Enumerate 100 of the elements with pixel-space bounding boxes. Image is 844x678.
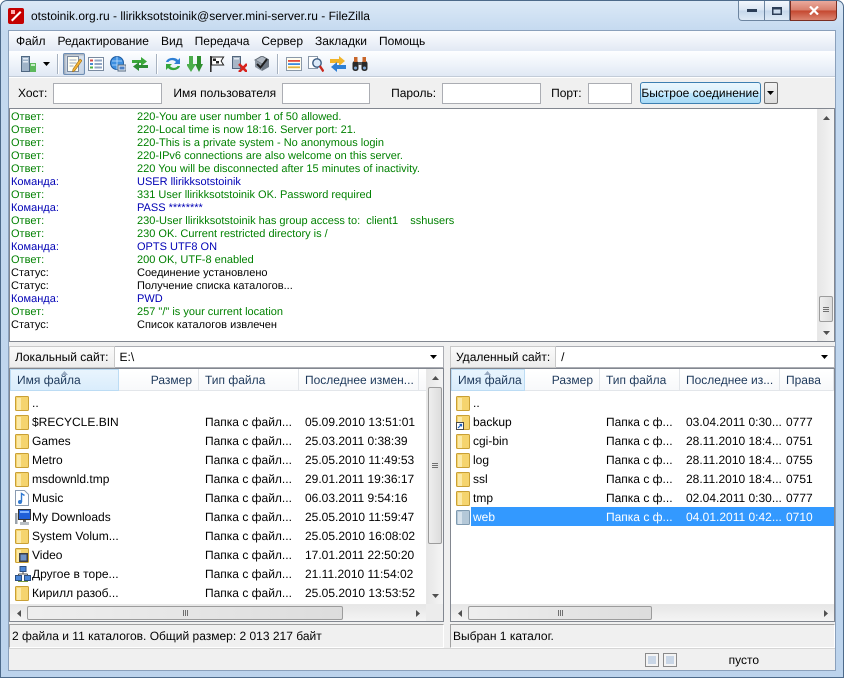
file-type: Папка с файл... <box>204 548 293 562</box>
input-field[interactable] <box>53 82 162 104</box>
scrollbar-thumb[interactable] <box>819 296 833 322</box>
file-type: Папка с ф... <box>605 434 674 448</box>
file-row[interactable]: Metro Папка с файл... 25.05.2010 11:49:53 <box>30 450 419 469</box>
log-message: 230 OK. Current restricted directory is / <box>137 228 328 241</box>
scroll-down-icon[interactable] <box>822 330 830 334</box>
file-name: Другое в торе... <box>31 566 119 580</box>
column-header[interactable]: Тип файла <box>199 369 299 391</box>
file-type: Папка с файл... <box>204 528 293 542</box>
log-message: 331 User llirikksotstoinik OK. Password required <box>137 189 372 202</box>
log-message: 230-User llirikksotstoinik has group access to: client1 sshusers <box>137 215 454 228</box>
input-field[interactable] <box>282 82 370 104</box>
file-row[interactable]: msdownld.tmp Папка с файл... 29.01.2011 19:36:17 <box>30 469 419 488</box>
maximize-button[interactable] <box>764 1 790 21</box>
file-type: Папка с ф... <box>605 452 674 466</box>
quickconnect-dropdown[interactable] <box>764 82 778 104</box>
menu-item[interactable]: Закладки <box>309 32 373 50</box>
modified-time: 25.05.2010 11:49:53 <box>304 452 416 466</box>
scroll-left-icon[interactable] <box>16 610 20 616</box>
permissions: 0755 <box>785 452 814 466</box>
column-header[interactable]: Имя файла <box>10 369 119 391</box>
file-row[interactable]: My Downloads Папка с файл... 25.05.2010 11:59:47 <box>30 507 419 526</box>
log-label: Статус: <box>11 267 50 280</box>
file-name: $RECYCLE.BIN <box>31 414 119 428</box>
file-row[interactable]: ssl Папка с ф... 28.11.2010 18:4... 0751 <box>471 469 834 488</box>
down-arrows-icon <box>187 56 203 72</box>
notepad-icon <box>66 56 82 72</box>
file-row[interactable]: backup Папка с ф... 03.04.2011 0:30... 0777 <box>471 412 834 431</box>
file-row[interactable]: Games Папка с файл... 25.03.2011 0:38:39 <box>30 431 419 450</box>
menu-item[interactable]: Файл <box>10 32 52 50</box>
menu-item[interactable]: Помощь <box>372 32 432 50</box>
menu-item[interactable]: Сервер <box>255 32 309 50</box>
scroll-down-icon[interactable] <box>432 594 438 598</box>
scroll-right-icon[interactable] <box>416 610 420 616</box>
caret-icon <box>42 62 50 66</box>
file-row[interactable]: System Volum... Папка с файл... 25.05.2010 16:08:02 <box>30 526 419 545</box>
vertical-scrollbar[interactable] <box>426 369 443 604</box>
file-row[interactable]: Music Папка с файл... 06.03.2011 9:54:16 <box>30 488 419 507</box>
log-message: 220 You will be disconnected after 15 minutes of inactivity. <box>137 163 420 176</box>
minimize-button[interactable] <box>738 1 764 21</box>
log-message: 200 OK, UTF-8 enabled <box>137 254 254 267</box>
column-header[interactable]: Размер <box>525 369 600 391</box>
file-type: Папка с ф... <box>605 472 674 486</box>
input-field[interactable] <box>442 82 542 104</box>
file-row[interactable]: $RECYCLE.BIN Папка с файл... 05.09.2010 13:51:01 <box>30 412 419 431</box>
caret-icon <box>821 355 828 359</box>
path-combobox[interactable]: / <box>556 346 835 368</box>
film-folder-icon <box>15 546 29 562</box>
column-header[interactable]: Последнее из... <box>680 369 780 391</box>
log-message: 220-Local time is now 18:16. Server port: 21. <box>137 124 356 137</box>
scroll-up-icon[interactable] <box>432 376 438 380</box>
scroll-right-icon[interactable] <box>824 610 828 616</box>
check-icon <box>253 56 269 72</box>
column-header[interactable]: Последнее измен... <box>299 369 419 391</box>
file-name: web <box>472 510 496 524</box>
file-row[interactable]: log Папка с ф... 28.11.2010 18:4... 0755 <box>471 450 834 469</box>
file-type: Папка с файл... <box>204 452 293 466</box>
permissions: 0777 <box>785 490 814 504</box>
scroll-up-icon[interactable] <box>822 116 830 120</box>
horizontal-scrollbar[interactable] <box>10 604 426 621</box>
column-header[interactable]: Тип файла <box>600 369 680 391</box>
log-label: Команда: <box>11 202 60 215</box>
log-label: Ответ: <box>11 137 46 150</box>
message-log-toggle[interactable] <box>63 52 85 74</box>
column-header[interactable]: Имя файла <box>451 369 525 391</box>
file-row[interactable]: Video Папка с файл... 17.01.2011 22:50:20 <box>30 545 419 564</box>
modified-time: 28.11.2010 18:4... <box>685 452 780 466</box>
column-header[interactable]: Права <box>780 369 834 391</box>
scrollbar-thumb[interactable] <box>468 606 652 620</box>
menu-item[interactable]: Вид <box>154 32 189 50</box>
list-icon <box>88 56 104 72</box>
vertical-scrollbar[interactable] <box>817 109 834 341</box>
file-row[interactable]: cgi-bin Папка с ф... 28.11.2010 18:4... 0751 <box>471 431 834 450</box>
scrollbar-thumb[interactable] <box>428 387 442 544</box>
horizontal-scrollbar[interactable] <box>451 604 834 621</box>
file-row[interactable]: Кирилл разоб... Папка с файл... 25.05.2010 13:53:52 <box>30 583 419 602</box>
scrollbar-thumb[interactable] <box>27 606 343 620</box>
file-row[interactable]: .. <box>30 393 419 412</box>
file-name: cgi-bin <box>472 434 510 448</box>
scroll-left-icon[interactable] <box>458 610 462 616</box>
column-header[interactable]: Размер <box>119 369 199 391</box>
modified-time: 03.04.2011 0:30... <box>685 414 780 428</box>
file-row[interactable]: .. <box>471 393 834 412</box>
file-row[interactable]: Другое в торе... Папка с файл... 21.11.2010 11:54:02 <box>30 564 419 583</box>
log-message: Список каталогов извлечен <box>137 319 277 332</box>
menu-item[interactable]: Редактирование <box>52 32 155 50</box>
folder-icon <box>15 432 29 448</box>
flag-icon <box>209 56 225 72</box>
input-field[interactable] <box>588 82 632 104</box>
file-type: Папка с файл... <box>204 566 293 580</box>
file-name: tmp <box>472 490 494 504</box>
menu-item[interactable]: Передача <box>188 32 256 50</box>
quickconnect-button[interactable]: Быстрое соединение <box>640 82 761 104</box>
log-label: Команда: <box>11 241 60 254</box>
path-combobox[interactable]: E:\ <box>114 346 444 368</box>
file-row[interactable]: tmp Папка с ф... 02.04.2011 0:30... 0777 <box>471 488 834 507</box>
magnifier-icon <box>308 56 324 72</box>
close-button[interactable] <box>790 1 837 21</box>
modified-time: 05.09.2010 13:51:01 <box>304 414 416 428</box>
